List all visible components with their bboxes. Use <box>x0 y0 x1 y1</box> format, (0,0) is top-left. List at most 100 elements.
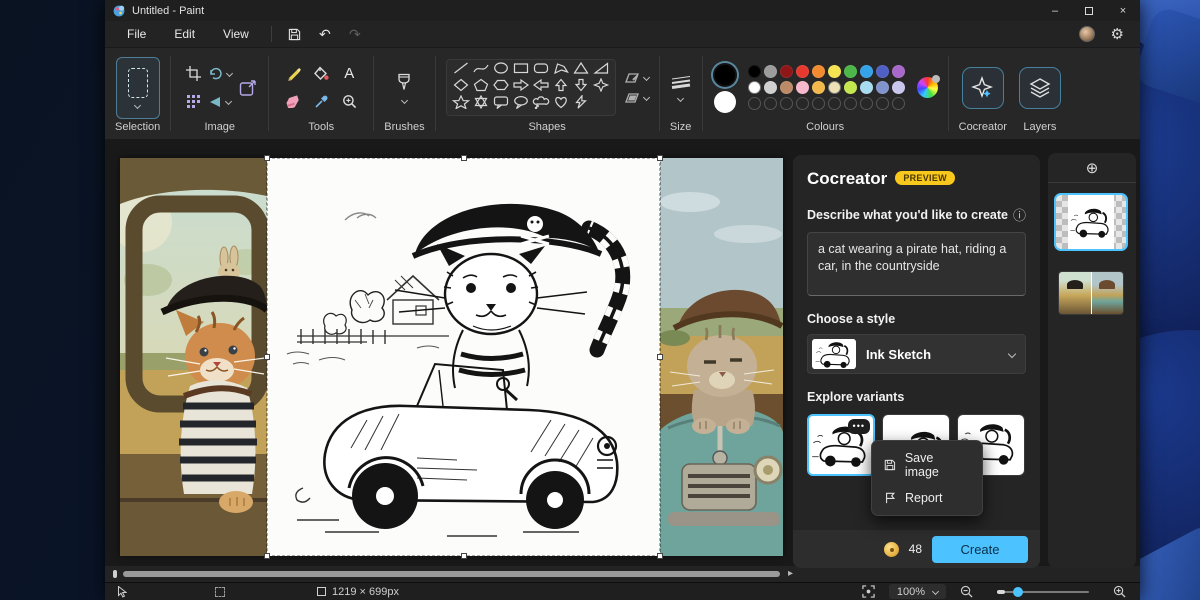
palette-colour[interactable] <box>812 81 825 94</box>
redo-button[interactable]: ↷ <box>342 24 368 44</box>
style-dropdown[interactable]: Ink Sketch <box>807 334 1026 374</box>
edit-colours-wheel[interactable] <box>917 77 938 98</box>
palette-empty-slot[interactable] <box>764 97 777 110</box>
shape-five-point-star[interactable] <box>452 95 470 114</box>
palette-colour[interactable] <box>812 65 825 78</box>
save-image-menu-item[interactable]: Save image <box>872 445 982 485</box>
palette-colour[interactable] <box>844 65 857 78</box>
crop-button[interactable] <box>186 66 201 81</box>
palette-empty-slot[interactable] <box>812 97 825 110</box>
close-button[interactable]: × <box>1106 0 1140 21</box>
account-avatar[interactable] <box>1079 26 1095 42</box>
settings-gear-icon[interactable]: ⚙ <box>1111 27 1124 42</box>
fit-to-screen-icon[interactable] <box>862 585 875 598</box>
palette-colour[interactable] <box>828 81 841 94</box>
prompt-input[interactable]: a cat wearing a pirate hat, riding a car… <box>807 232 1026 296</box>
titlebar[interactable]: Untitled - Paint – × <box>105 0 1140 21</box>
zoom-out-icon[interactable] <box>960 585 973 598</box>
shape-lightning[interactable] <box>572 95 590 114</box>
more-options-icon[interactable]: ••• <box>848 419 870 434</box>
palette-colour[interactable] <box>860 65 873 78</box>
selection-handle-nw[interactable] <box>264 155 270 161</box>
palette-empty-slot[interactable] <box>828 97 841 110</box>
palette-colour[interactable] <box>764 65 777 78</box>
palette-empty-slot[interactable] <box>860 97 873 110</box>
palette-colour[interactable] <box>892 81 905 94</box>
palette-empty-slot[interactable] <box>780 97 793 110</box>
zoom-slider[interactable] <box>997 591 1089 593</box>
selection-handle-sw[interactable] <box>264 553 270 559</box>
palette-colour[interactable] <box>780 81 793 94</box>
shape-cloud-callout[interactable] <box>532 95 550 114</box>
layers-button[interactable] <box>1019 67 1061 109</box>
resize-button[interactable] <box>239 78 258 97</box>
size-button[interactable] <box>670 75 692 89</box>
selection-handle-n[interactable] <box>461 155 467 161</box>
canvas[interactable] <box>120 158 783 556</box>
flip-button[interactable] <box>209 96 231 108</box>
shape-outline-button[interactable] <box>624 72 649 84</box>
shape-six-point-star[interactable] <box>472 95 490 114</box>
menu-view[interactable]: View <box>211 24 261 44</box>
selection-marquee[interactable] <box>267 158 660 556</box>
palette-colour[interactable] <box>780 65 793 78</box>
zoom-in-icon[interactable] <box>1113 585 1126 598</box>
palette-colour[interactable] <box>876 65 889 78</box>
maximize-button[interactable] <box>1072 0 1106 21</box>
palette-empty-slot[interactable] <box>844 97 857 110</box>
undo-button[interactable]: ↶ <box>312 24 338 44</box>
menu-file[interactable]: File <box>115 24 158 44</box>
shape-four-point-star[interactable] <box>592 78 610 97</box>
palette-empty-slot[interactable] <box>748 97 761 110</box>
text-tool[interactable]: A <box>344 65 354 82</box>
layer-thumbnail-2[interactable] <box>1058 271 1124 315</box>
zoom-level-dropdown[interactable]: 100% <box>889 584 946 599</box>
scroll-right-arrow-icon[interactable]: ▸ <box>788 568 793 579</box>
rotate-button[interactable] <box>209 67 232 80</box>
add-layer-button[interactable]: ⊕ <box>1048 153 1136 183</box>
palette-colour[interactable] <box>796 65 809 78</box>
shape-heart[interactable] <box>552 95 570 114</box>
shape-fill-button[interactable] <box>624 92 649 104</box>
selection-tool-button[interactable] <box>116 57 160 119</box>
shape-oval-callout[interactable] <box>512 95 530 114</box>
palette-empty-slot[interactable] <box>876 97 889 110</box>
eyedropper-tool[interactable] <box>314 94 329 109</box>
selection-handle-e[interactable] <box>657 354 663 360</box>
selection-handle-se[interactable] <box>657 553 663 559</box>
foreground-colour[interactable] <box>713 63 737 87</box>
palette-colour[interactable] <box>748 65 761 78</box>
eraser-tool[interactable] <box>285 95 301 108</box>
info-icon[interactable]: ⓘ <box>1013 205 1026 224</box>
palette-colour[interactable] <box>796 81 809 94</box>
selection-handle-ne[interactable] <box>657 155 663 161</box>
scrollbar-thumb[interactable] <box>123 571 780 577</box>
menu-edit[interactable]: Edit <box>162 24 207 44</box>
variant-thumbnail-1[interactable]: ••• <box>807 414 875 476</box>
palette-empty-slot[interactable] <box>892 97 905 110</box>
palette-colour[interactable] <box>876 81 889 94</box>
brush-button[interactable] <box>396 73 412 91</box>
selection-handle-s[interactable] <box>461 553 467 559</box>
create-button[interactable]: Create <box>932 536 1028 563</box>
palette-empty-slot[interactable] <box>796 97 809 110</box>
background-colour[interactable] <box>714 91 736 113</box>
palette-colour[interactable] <box>860 81 873 94</box>
palette-colour[interactable] <box>892 65 905 78</box>
magnifier-tool[interactable] <box>342 94 357 109</box>
pencil-tool[interactable] <box>286 66 301 81</box>
cocreator-button[interactable] <box>962 67 1004 109</box>
report-menu-item[interactable]: Report <box>872 485 982 511</box>
horizontal-scrollbar[interactable]: ▸ <box>113 566 793 581</box>
palette-colour[interactable] <box>828 65 841 78</box>
layer-thumbnail-1[interactable] <box>1054 193 1128 251</box>
minimize-button[interactable]: – <box>1038 0 1072 21</box>
save-button[interactable] <box>282 24 308 44</box>
shape-rounded-callout[interactable] <box>492 95 510 114</box>
zoom-slider-knob[interactable] <box>1013 587 1023 597</box>
palette-colour[interactable] <box>748 81 761 94</box>
palette-colour[interactable] <box>844 81 857 94</box>
fill-tool[interactable] <box>313 66 329 81</box>
palette-colour[interactable] <box>764 81 777 94</box>
selection-handle-w[interactable] <box>264 354 270 360</box>
